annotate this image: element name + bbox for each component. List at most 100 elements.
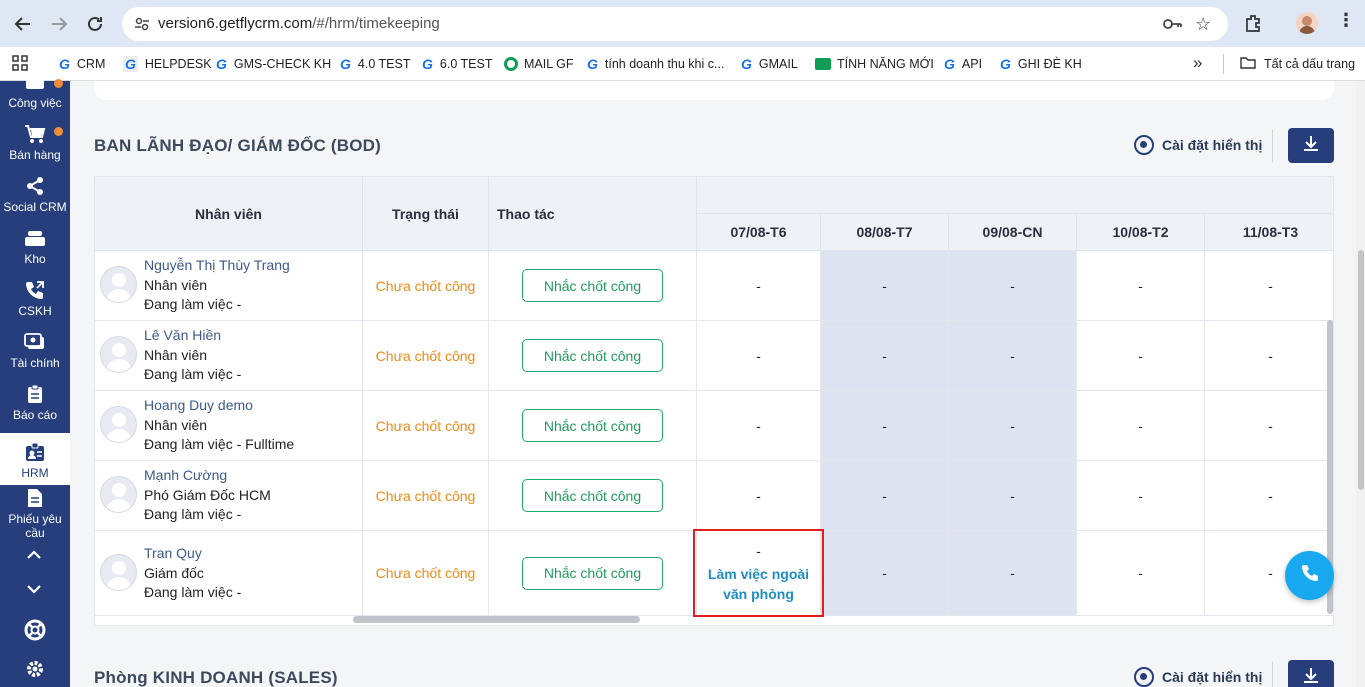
day-cell[interactable]: - [1205,461,1333,531]
support-icon[interactable] [24,619,46,646]
employee-name[interactable]: Mạnh Cường [144,466,271,486]
sidebar-item-cskh[interactable]: CSKH [0,271,70,323]
table-row: Mạnh Cường Phó Giám Đốc HCM Đang làm việ… [95,461,363,531]
sidebar-item-cong-viec[interactable]: Công việc [0,63,70,115]
sidebar-item-tai-chinh[interactable]: Tài chính [0,323,70,375]
browser-toolbar: version6.getflycrm.com/#/hrm/timekeeping… [0,0,1365,47]
more-bookmarks-icon[interactable]: » [1193,53,1202,73]
report-icon [24,384,46,404]
employee-name[interactable]: Nguyễn Thị Thùy Trang [144,256,290,276]
page-scrollbar[interactable] [1358,250,1364,490]
day-cell[interactable]: - [697,391,821,461]
bookmark-api[interactable]: G API [944,54,982,74]
back-icon[interactable] [11,12,35,36]
notification-dot [54,127,63,136]
bookmark-doanh-thu[interactable]: Gtính doanh thu khi c... [587,54,724,74]
day-cell[interactable]: - [821,321,949,391]
bookmark-label: 4.0 TEST [357,57,411,71]
day-cell[interactable]: - [949,321,1077,391]
sidebar-item-hrm[interactable]: HRM [0,433,70,485]
bookmark-mail-gf[interactable]: MAIL GF [504,54,574,74]
key-icon[interactable] [1162,16,1182,37]
display-settings-button[interactable]: Cài đặt hiển thị [1134,135,1262,155]
sidebar-item-kho[interactable]: Kho [0,219,70,271]
bookmark-label: GMAIL [758,57,798,71]
sidebar-label: Social CRM [3,200,67,214]
remind-button[interactable]: Nhắc chốt công [522,409,663,442]
day-cell[interactable]: - [821,461,949,531]
remind-button[interactable]: Nhắc chốt công [522,339,663,372]
bookmark-ghi-de-kh[interactable]: G GHI ĐÈ KH [1000,54,1082,74]
all-bookmarks-label: Tất cả dấu trang [1264,57,1356,71]
bookmark-helpdesk[interactable]: G HELPDESK [123,54,212,74]
remind-button[interactable]: Nhắc chốt công [522,269,663,302]
bookmark-label: HELPDESK [144,57,212,71]
day-cell[interactable]: - [1205,251,1333,321]
chevron-up-icon[interactable] [26,547,42,565]
remind-button[interactable]: Nhắc chốt công [522,556,663,590]
bookmark-4-test[interactable]: G 4.0 TEST [340,54,410,74]
day-cell[interactable]: - [1077,251,1205,321]
address-bar[interactable]: version6.getflycrm.com/#/hrm/timekeeping… [122,7,1228,41]
day-cell[interactable]: - [1205,391,1333,461]
day-cell[interactable]: - [1205,321,1333,391]
gear-icon[interactable] [24,658,46,685]
download-button[interactable] [1288,128,1334,163]
document-icon [24,488,46,508]
day-cell[interactable]: - [949,461,1077,531]
sidebar-item-phieu-yeu-cau[interactable]: Phiếu yêu cầu [0,485,70,545]
display-settings-button[interactable]: Cài đặt hiển thị [1134,667,1262,687]
bookmark-label: MAIL GF [524,57,574,71]
employee-name[interactable]: Lê Văn Hiền [144,326,241,346]
chevron-down-icon[interactable] [26,581,42,599]
day-cell[interactable]: - [1077,391,1205,461]
bookmark-tinh-nang-moi[interactable]: TÍNH NĂNG MỚI [815,54,934,74]
sidebar-item-bao-cao[interactable]: Báo cáo [0,375,70,427]
browser-menu-icon[interactable]: ⋮ [1337,10,1355,31]
day-cell[interactable]: - [949,391,1077,461]
getfly-icon: G [216,56,227,72]
sidebar-item-social-crm[interactable]: Social CRM [0,167,70,219]
day-cell[interactable]: - [821,391,949,461]
employee-name[interactable]: Tran Quy [144,544,241,564]
day-cell[interactable]: - [1077,321,1205,391]
download-button[interactable] [1288,660,1334,687]
bookmark-gmail[interactable]: G GMAIL [741,54,798,74]
forward-icon[interactable] [47,12,71,36]
day-cell[interactable]: - [1077,461,1205,531]
employee-work-status: Đang làm việc - [144,296,242,312]
bookmark-divider [1223,54,1224,74]
bookmark-gms-check[interactable]: G GMS-CHECK KH [216,54,331,74]
table-row: Nguyễn Thị Thùy Trang Nhân viên Đang làm… [95,251,363,321]
day-cell[interactable]: - [949,251,1077,321]
bookmark-label: TÍNH NĂNG MỚI [837,57,934,71]
day-cell[interactable]: - [697,251,821,321]
phone-icon [1300,563,1320,588]
mail-icon [504,57,518,71]
sidebar-item-ban-hang[interactable]: Bán hàng [0,115,70,167]
day-cell[interactable]: - Làm việc ngoài văn phòng [697,531,821,616]
previous-section-card [94,81,1334,100]
day-cell[interactable]: - [821,531,949,616]
day-cell[interactable]: - [1077,531,1205,616]
day-cell[interactable]: - [821,251,949,321]
getfly-icon: G [944,56,955,72]
day-cell[interactable]: - [697,321,821,391]
all-bookmarks[interactable]: Tất cả dấu trang [1240,54,1355,74]
site-settings-icon[interactable] [134,16,150,37]
reload-icon[interactable] [83,12,107,36]
header-divider [1272,129,1273,163]
day-cell[interactable]: - [949,531,1077,616]
header-employee: Nhân viên [95,177,363,251]
remind-button[interactable]: Nhắc chốt công [522,479,663,512]
employee-position: Nhân viên [144,416,208,433]
bookmark-star-icon[interactable]: ☆ [1195,14,1211,35]
table-horizontal-scrollbar[interactable] [353,616,640,623]
day-cell[interactable]: - [697,461,821,531]
profile-avatar[interactable] [1296,12,1318,34]
extensions-icon[interactable] [1243,13,1263,38]
header-day-0: 07/08-T6 [697,214,821,251]
bookmark-6-test[interactable]: G 6.0 TEST [422,54,492,74]
call-button[interactable] [1285,551,1334,600]
employee-name[interactable]: Hoang Duy demo [144,396,294,416]
